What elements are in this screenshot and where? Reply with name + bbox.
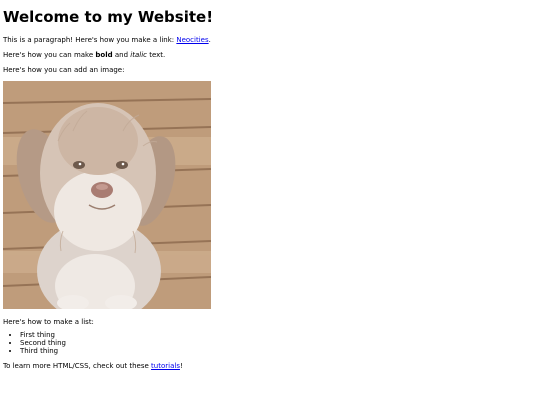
dog-photo-drawing (3, 81, 211, 309)
tutorials-link[interactable]: tutorials (151, 362, 180, 370)
outro-paragraph: To learn more HTML/CSS, check out these … (3, 362, 533, 371)
things-list: First thing Second thing Third thing (3, 331, 533, 355)
dog-photo (3, 81, 211, 309)
paragraph-text: . (208, 36, 211, 44)
formatting-paragraph: Here's how you can make bold and italic … (3, 51, 533, 60)
paragraph-text: To learn more HTML/CSS, check out these (3, 362, 152, 370)
intro-paragraph: This is a paragraph! Here's how you make… (3, 36, 533, 45)
list-item: Third thing (20, 347, 533, 355)
italic-text: italic (130, 51, 147, 59)
paragraph-text: ! (179, 362, 183, 370)
list-item: First thing (20, 331, 533, 339)
neocities-link[interactable]: Neocities (176, 36, 208, 44)
list-intro-paragraph: Here's how to make a list: (3, 318, 94, 326)
paragraph-text: Here's how you can make (3, 51, 96, 59)
bold-text: bold (95, 51, 113, 59)
list-item: Second thing (20, 339, 533, 347)
image-intro-paragraph: Here's how you can add an image: (3, 66, 125, 74)
page-content: Welcome to my Website! This is a paragra… (3, 8, 533, 371)
page-title: Welcome to my Website! (3, 8, 214, 26)
paragraph-text: and (112, 51, 131, 59)
paragraph-text: text. (146, 51, 166, 59)
paragraph-text: This is a paragraph! Here's how you make… (3, 36, 177, 44)
